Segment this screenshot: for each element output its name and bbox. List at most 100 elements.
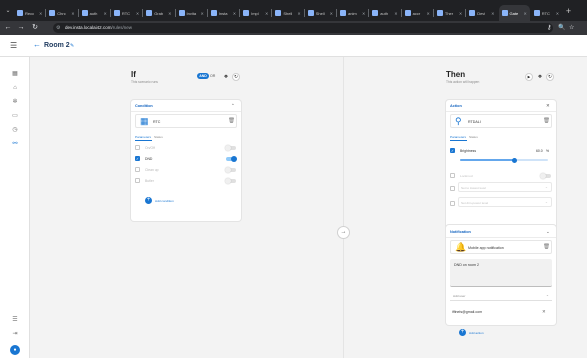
message-textarea[interactable]: DND on room 2	[450, 259, 552, 287]
tab-close-icon[interactable]: ✕	[168, 11, 171, 16]
tab-close-icon[interactable]: ✕	[523, 11, 526, 16]
browser-tab[interactable]: Gate ✕	[498, 5, 530, 21]
chevron-down-icon[interactable]: ⌄	[546, 229, 550, 235]
user-avatar[interactable]: ●	[10, 345, 20, 355]
property-checkbox-onoff[interactable]	[135, 145, 140, 150]
edit-title-icon[interactable]: ✎	[70, 41, 74, 51]
tab-parameters[interactable]: Parameters	[135, 135, 151, 139]
browser-tab[interactable]: Impl ✕	[240, 5, 271, 21]
property-switch-onoff[interactable]	[225, 145, 236, 151]
tab-close-icon[interactable]: ✕	[491, 11, 494, 16]
browser-tab[interactable]: Grab ✕	[143, 5, 174, 21]
palette-icon[interactable]: ❖	[222, 73, 230, 81]
add-condition-label[interactable]: Add condition	[155, 199, 174, 203]
tab-close-icon[interactable]: ✕	[330, 11, 333, 16]
tab-close-icon[interactable]: ✕	[39, 11, 42, 16]
tab-search-icon[interactable]: ⌄	[3, 6, 13, 16]
dim-power-select[interactable]: Set dim-power level ⌄	[458, 197, 552, 207]
zoom-icon[interactable]: 🔍	[558, 23, 565, 33]
settings-icon[interactable]: ✲	[11, 98, 19, 106]
browser-tab[interactable]: Shell ✕	[272, 5, 303, 21]
or-label[interactable]: OR	[210, 73, 215, 79]
browser-tab[interactable]: Devi ✕	[466, 5, 497, 21]
property-switch-cleanup[interactable]	[225, 167, 236, 173]
tab-close-icon[interactable]: ✕	[200, 11, 203, 16]
play-icon[interactable]: ▶	[525, 73, 533, 81]
site-info-icon[interactable]: ⚙	[56, 23, 60, 33]
tab-status[interactable]: Status	[469, 135, 478, 139]
palette-icon[interactable]: ❖	[536, 73, 544, 81]
address-bar[interactable]: ⚙ dev.insta.localai42.com/rules/new	[53, 23, 553, 33]
tab-close-icon[interactable]: ✕	[362, 11, 365, 16]
browser-tab[interactable]: auth ✕	[369, 5, 400, 21]
browser-tab[interactable]: Recc ✕	[14, 5, 45, 21]
forward-icon[interactable]: →	[16, 23, 26, 33]
device-selector[interactable]: ⚲ RTDALI 🗑	[450, 114, 552, 128]
property-switch-dnd[interactable]	[226, 156, 237, 162]
remove-recipient-icon[interactable]: ✕	[542, 309, 546, 315]
bookmark-star-icon[interactable]: ☆	[569, 23, 574, 33]
tab-parameters[interactable]: Parameters	[450, 135, 466, 139]
browser-tab[interactable]: accr ✕	[402, 5, 433, 21]
tab-close-icon[interactable]: ✕	[556, 11, 559, 16]
devices-icon[interactable]: ⌂	[11, 84, 19, 92]
tab-status[interactable]: Status	[154, 135, 163, 139]
menu-icon[interactable]: ☰	[10, 41, 17, 51]
close-icon[interactable]: ✕	[546, 103, 550, 109]
history-icon[interactable]: ◷	[11, 126, 19, 134]
lockmod-switch[interactable]	[540, 173, 551, 179]
device-selector[interactable]: ▦ RTC 🗑	[135, 114, 237, 128]
brightness-checkbox[interactable]: ✓	[450, 148, 455, 153]
tab-close-icon[interactable]: ✕	[71, 11, 74, 16]
tab-close-icon[interactable]: ✕	[297, 11, 300, 16]
browser-tab[interactable]: RTC ✕	[531, 5, 562, 21]
reload-icon[interactable]: ↻	[30, 23, 40, 33]
tab-close-icon[interactable]: ✕	[104, 11, 107, 16]
tab-close-icon[interactable]: ✕	[233, 11, 236, 16]
brightness-value[interactable]: 60.0	[536, 149, 543, 153]
browser-tab[interactable]: Shell ✕	[305, 5, 336, 21]
lockmod-checkbox[interactable]	[450, 173, 455, 178]
tab-close-icon[interactable]: ✕	[427, 11, 430, 16]
tab-close-icon[interactable]: ✕	[265, 11, 268, 16]
back-icon[interactable]: ←	[3, 23, 13, 33]
dim-power-checkbox[interactable]	[450, 201, 455, 206]
browser-tab[interactable]: RTC ✕	[111, 5, 142, 21]
tab-close-icon[interactable]: ✕	[136, 11, 139, 16]
logout-icon[interactable]: ⇥	[11, 330, 19, 338]
delete-trash-icon[interactable]: 🗑	[543, 118, 550, 124]
browser-tab[interactable]: anim ✕	[337, 5, 368, 21]
add-condition-button[interactable]: +	[145, 197, 152, 204]
rooms-icon[interactable]: ▭	[11, 112, 19, 120]
lowest-level-select[interactable]: Set to lowest level ⌄	[458, 182, 552, 192]
new-tab-button[interactable]: +	[563, 6, 574, 17]
browser-tab[interactable]: Chrc ✕	[46, 5, 77, 21]
add-action-button[interactable]: +	[459, 329, 466, 336]
tab-close-icon[interactable]: ✕	[394, 11, 397, 16]
browser-tab[interactable]: Invita ✕	[176, 5, 207, 21]
property-switch-butler[interactable]	[225, 178, 236, 184]
and-toggle[interactable]: AND	[197, 73, 209, 79]
back-arrow-icon[interactable]: ←	[33, 40, 41, 50]
refresh-icon[interactable]: ↻	[232, 73, 240, 81]
add-action-label[interactable]: Add action	[469, 331, 484, 335]
rules-icon[interactable]: ⚯	[11, 140, 19, 148]
tab-close-icon[interactable]: ✕	[459, 11, 462, 16]
delete-trash-icon[interactable]: 🗑	[228, 118, 235, 124]
property-checkbox-butler[interactable]	[135, 178, 140, 183]
property-checkbox-dnd[interactable]: ✓	[135, 156, 140, 161]
dashboard-icon[interactable]: ▦	[11, 70, 19, 78]
slider-knob[interactable]	[512, 157, 518, 163]
browser-tab[interactable]: Ther ✕	[434, 5, 465, 21]
notification-type-selector[interactable]: 🔔 Mobile app notification 🗑	[450, 240, 552, 254]
preferences-icon[interactable]: ☰	[11, 316, 19, 324]
add-user-select[interactable]: Add user ⌄	[450, 291, 552, 301]
property-checkbox-cleanup[interactable]	[135, 167, 140, 172]
lowest-level-checkbox[interactable]	[450, 186, 455, 191]
browser-tab[interactable]: Insta ✕	[208, 5, 239, 21]
collapse-chevron-icon[interactable]: ⌃	[231, 103, 235, 109]
password-key-icon[interactable]: ⚷	[547, 23, 551, 33]
browser-tab[interactable]: auth ✕	[79, 5, 110, 21]
refresh-icon[interactable]: ↻	[546, 73, 554, 81]
delete-trash-icon[interactable]: 🗑	[543, 244, 550, 250]
